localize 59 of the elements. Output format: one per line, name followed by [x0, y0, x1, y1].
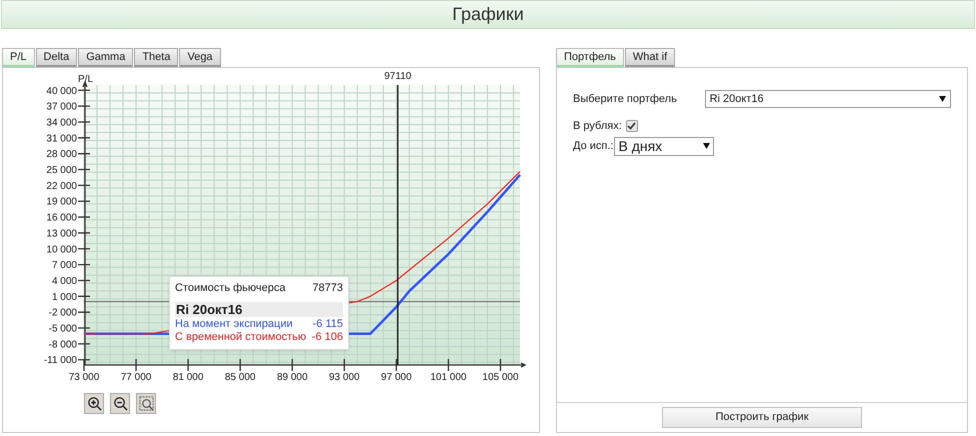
tab[interactable]: Vega	[179, 48, 221, 67]
zoom-in-icon	[86, 395, 102, 412]
x-tick-label: 101 000	[430, 372, 466, 383]
tooltip-value: 78773	[312, 282, 343, 295]
portfolio-select[interactable]: Ri 20окт16	[704, 90, 951, 108]
y-tick-label: 37 000	[46, 102, 77, 113]
y-tick-label: 10 000	[46, 244, 77, 256]
cursor-value: 97110	[384, 71, 412, 82]
y-tick-label: 19 000	[46, 196, 77, 208]
x-tick-label: 93 000	[329, 372, 360, 383]
y-tick-label: 40 000	[46, 86, 77, 97]
x-tick-label: 73 000	[68, 372, 100, 383]
y-axis-label: P/L	[78, 74, 94, 85]
tab[interactable]: Theta	[134, 48, 178, 67]
zoom-area-icon	[138, 395, 154, 412]
y-tick-label: 16 000	[46, 212, 77, 224]
dropdown-arrow-icon	[703, 143, 710, 149]
expiry-select[interactable]: В днях	[614, 136, 714, 156]
x-tick-label: 77 000	[120, 372, 152, 383]
tab[interactable]: Delta	[36, 48, 78, 67]
rubles-label: В рублях:	[573, 119, 622, 134]
tab[interactable]: What if	[624, 48, 676, 67]
series-label: На момент экспирации	[175, 318, 293, 331]
y-tick-label: -8 000	[48, 339, 77, 350]
y-tick-label: 28 000	[46, 149, 77, 160]
zoom-button[interactable]	[84, 393, 104, 414]
y-tick-label: 7 000	[52, 260, 77, 272]
x-tick-label: 85 000	[224, 372, 256, 383]
series-reading: -6 115	[312, 318, 343, 331]
tab[interactable]: Gamma	[78, 48, 134, 67]
portfolio-label: Выберите портфель	[573, 92, 678, 107]
series-reading: -6 106	[312, 331, 343, 344]
y-tick-label: 31 000	[46, 133, 77, 144]
rubles-checkbox[interactable]	[626, 120, 638, 132]
y-tick-label: 13 000	[46, 228, 77, 240]
y-tick-label: -2 000	[48, 308, 77, 319]
tooltip-heading: Ri 20окт16	[175, 302, 343, 317]
x-tick-label: 89 000	[276, 372, 308, 383]
series-label: С временной стоимостью	[175, 331, 306, 344]
y-tick-label: 22 000	[46, 180, 77, 192]
tab[interactable]: Портфель	[556, 48, 624, 67]
y-tick-label: 25 000	[46, 165, 77, 176]
x-tick-label: 81 000	[172, 372, 204, 383]
zoom-button[interactable]	[136, 393, 156, 414]
x-tick-label: 105 000	[482, 372, 519, 383]
tab[interactable]: P/L	[2, 48, 35, 67]
y-tick-label: 34 000	[46, 117, 77, 128]
zoom-out-icon	[112, 395, 128, 412]
build-chart-button[interactable]: Построить график	[662, 407, 862, 428]
y-tick-label: -5 000	[48, 324, 77, 335]
page-title: Графики	[452, 3, 524, 26]
tooltip-label: Стоимость фьючерса	[175, 282, 286, 295]
dropdown-arrow-icon	[939, 96, 946, 102]
expiry-label: До исп.:	[573, 138, 614, 154]
x-tick-label: 97 000	[381, 372, 412, 383]
y-tick-label: 1 000	[52, 292, 77, 303]
y-tick-label: -11 000	[44, 355, 77, 366]
y-tick-label: 4 000	[52, 276, 77, 287]
zoom-button[interactable]	[110, 393, 130, 414]
